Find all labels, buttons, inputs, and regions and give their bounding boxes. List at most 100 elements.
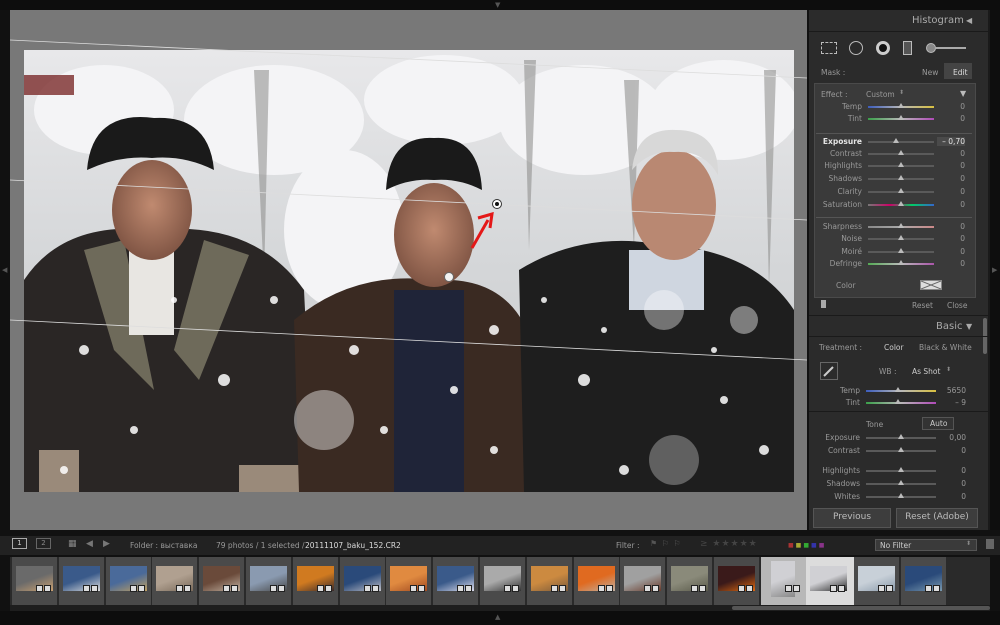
filmstrip-thumbnail[interactable] [292,557,338,605]
mask-pin[interactable] [444,272,454,282]
slider-value[interactable]: 0 [943,259,965,268]
slider-thumb[interactable] [898,175,904,180]
filmstrip-thumbnail[interactable] [433,557,479,605]
slider-track[interactable] [868,141,934,143]
slider-thumb[interactable] [898,248,904,253]
slider-thumb[interactable] [898,480,904,485]
slider-value[interactable]: 0 [943,200,965,209]
slider-thumb[interactable] [895,399,902,404]
slider-value[interactable]: 0 [943,149,965,158]
mask-close-button[interactable]: Close [947,301,967,310]
graduated-filter-overlay[interactable] [10,10,807,530]
slider-value[interactable]: 0 [943,114,965,123]
filmstrip[interactable] [10,557,990,605]
slider-value[interactable]: 0 [943,187,965,196]
effect-preset-select[interactable]: Custom [866,90,895,99]
up-down-icon[interactable]: ⬍ [966,540,971,547]
filmstrip-thumbnail[interactable] [199,557,245,605]
slider-value[interactable]: 0 [943,174,965,183]
spot-removal-tool-icon[interactable] [849,41,863,55]
folder-label[interactable]: Folder : выставка [130,541,197,550]
grid-view-icon[interactable]: ▦ [68,539,77,549]
color-swatch[interactable] [920,280,942,290]
red-eye-tool-icon[interactable] [876,41,890,55]
slider-value[interactable]: 0 [943,161,965,170]
star-filter-icons[interactable]: ≥ ★★★★★ [700,539,758,549]
back-arrow-icon[interactable]: ◀ [86,539,93,549]
crop-tool-icon[interactable] [821,42,837,54]
triangle-down-icon[interactable]: ▼ [966,322,972,331]
selected-filename[interactable]: 20111107_baku_152.CR2 [305,541,401,550]
treatment-bw-button[interactable]: Black & White [919,343,972,352]
filmstrip-thumbnail[interactable] [901,557,947,605]
wb-select[interactable]: As Shot [912,367,940,376]
triangle-down-icon[interactable]: ▼ [495,1,500,9]
slider-value[interactable]: – 0,70 [937,137,965,146]
slider-thumb[interactable] [894,387,901,392]
slider-thumb[interactable] [892,138,899,143]
mask-edit-button[interactable]: Edit [953,68,968,77]
slider-value[interactable]: 0 [943,247,965,256]
filmstrip-thumbnail[interactable] [573,557,619,605]
slider-value[interactable]: – 9 [944,398,966,407]
filmstrip-thumbnail[interactable] [152,557,198,605]
histogram-title[interactable]: Histogram [912,15,964,26]
filter-lock-icon[interactable] [986,539,994,549]
white-balance-selector[interactable] [820,362,838,380]
filmstrip-thumbnail[interactable] [246,557,291,605]
main-window-button[interactable]: 1 [12,538,27,549]
slider-value[interactable]: 0 [944,446,966,455]
reset-adobe-button[interactable]: Reset (Adobe) [896,508,978,528]
filmstrip-thumbnail[interactable] [526,557,572,605]
slider-thumb[interactable] [898,260,904,265]
filmstrip-thumbnail[interactable] [105,557,151,605]
filmstrip-thumbnail[interactable] [386,557,432,605]
slider-value[interactable]: 0 [943,102,965,111]
filmstrip-scroll-thumb[interactable] [732,606,990,610]
slider-thumb[interactable] [898,201,904,206]
slider-thumb[interactable] [898,434,904,439]
slider-track[interactable] [866,390,936,392]
slider-thumb[interactable] [898,150,904,155]
triangle-left-icon[interactable]: ◀ [966,16,972,25]
second-window-button[interactable]: 2 [36,538,51,549]
previous-button[interactable]: Previous [813,508,891,528]
color-label-filter-icons[interactable]: ■■■■■ [788,542,826,549]
slider-thumb[interactable] [898,235,904,240]
auto-tone-button[interactable]: Auto [930,419,947,428]
filmstrip-thumbnail-selected[interactable] [805,557,854,605]
slider-thumb[interactable] [898,447,904,452]
slider-value[interactable]: 0 [943,222,965,231]
slider-thumb[interactable] [898,467,904,472]
triangle-down-icon[interactable]: ▼ [960,89,966,98]
filmstrip-thumbnail[interactable] [58,557,104,605]
filmstrip-thumbnail[interactable] [760,557,806,605]
basic-panel-title[interactable]: Basic [936,321,962,332]
slider-thumb[interactable] [898,493,904,498]
mask-reset-button[interactable]: Reset [912,301,933,310]
flag-filter-icons[interactable]: ⚑ ⚐ ⚐ [650,539,682,548]
triangle-up-icon[interactable]: ▲ [495,613,500,621]
treatment-color-button[interactable]: Color [884,343,904,352]
forward-arrow-icon[interactable]: ▶ [103,539,110,549]
adjustment-brush-tool-icon[interactable] [926,43,936,53]
filmstrip-thumbnail[interactable] [12,557,57,605]
slider-value[interactable]: 0 [943,234,965,243]
slider-thumb[interactable] [898,223,904,228]
filmstrip-thumbnail[interactable] [667,557,713,605]
slider-thumb[interactable] [898,162,904,167]
slider-value[interactable]: 5650 [944,386,966,395]
slider-value[interactable]: 0 [944,492,966,501]
filmstrip-thumbnail[interactable] [480,557,525,605]
filmstrip-thumbnail[interactable] [854,557,900,605]
graduated-filter-tool-icon[interactable] [903,41,912,55]
slider-value[interactable]: 0,00 [944,433,966,442]
slider-thumb[interactable] [898,103,904,108]
left-panel-toggle-icon[interactable]: ◀ [2,266,7,274]
switch-icon[interactable] [821,300,826,308]
filmstrip-thumbnail[interactable] [339,557,385,605]
mask-pin-active[interactable] [492,199,502,209]
up-down-icon[interactable]: ⬍ [899,89,904,96]
right-panel-toggle-icon[interactable]: ▶ [992,266,997,274]
up-down-icon[interactable]: ⬍ [946,366,951,373]
